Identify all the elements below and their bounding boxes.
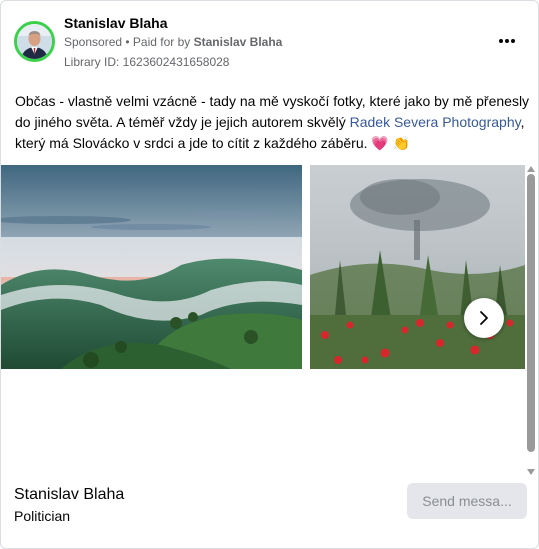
scrollbar-thumb[interactable]	[527, 174, 535, 452]
scroll-up-arrow[interactable]	[526, 161, 536, 172]
sponsored-label: Sponsored	[64, 35, 123, 49]
carousel-next-button[interactable]	[464, 298, 504, 338]
poppies-vineyard-tree-photo[interactable]	[310, 165, 525, 369]
heart-clap-emoji: 💗 👏	[371, 135, 411, 151]
misty-valley-sunrise-photo[interactable]	[1, 165, 302, 369]
image-carousel	[1, 165, 525, 369]
send-message-button[interactable]: Send messa...	[407, 483, 527, 519]
post-text: Občas - vlastně velmi vzácně - tady na m…	[15, 91, 530, 154]
paid-for-name: Stanislav Blaha	[193, 35, 283, 49]
chevron-right-icon	[478, 310, 490, 326]
ad-card: Stanislav Blaha Sponsored • Paid for by …	[0, 0, 539, 549]
sponsored-line: Sponsored • Paid for by Stanislav Blaha	[64, 35, 282, 49]
paid-for-prefix: Paid for by	[132, 35, 194, 49]
footer-advertiser-role: Politician	[14, 508, 71, 524]
more-horizontal-icon	[499, 39, 515, 43]
scroll-down-arrow[interactable]	[526, 464, 536, 475]
advertiser-name[interactable]: Stanislav Blaha	[64, 15, 168, 31]
photographer-link[interactable]: Radek Severa Photography	[350, 114, 521, 130]
library-id: Library ID: 1623602431658028	[64, 55, 230, 69]
footer-advertiser-name[interactable]: Stanislav Blaha	[14, 486, 124, 504]
more-options-button[interactable]	[492, 29, 522, 53]
separator-dot: •	[122, 35, 133, 49]
advertiser-avatar[interactable]	[14, 21, 55, 62]
